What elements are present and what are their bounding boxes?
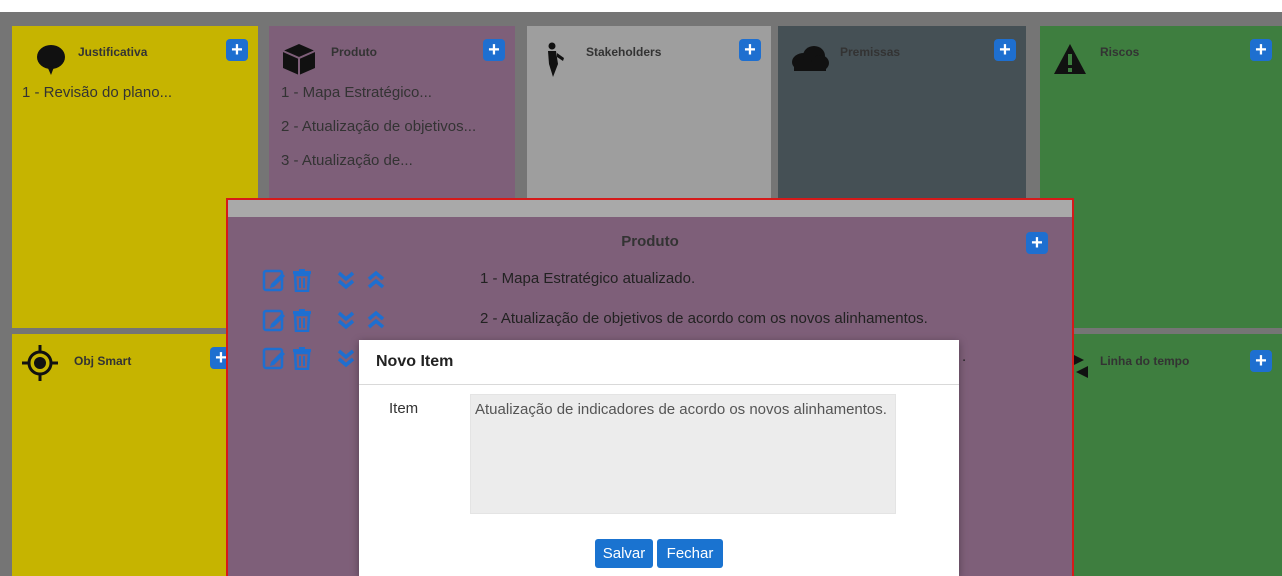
- save-button[interactable]: Salvar: [595, 539, 653, 568]
- add-item-button[interactable]: +: [1026, 232, 1048, 254]
- card-items: 1 - Mapa Estratégico... 2 - Atualização …: [281, 84, 476, 186]
- cloud-icon: [790, 44, 830, 78]
- card-title: Stakeholders: [586, 45, 662, 59]
- box-icon: [281, 42, 316, 76]
- card-stakeholders: Stakeholders +: [527, 26, 771, 198]
- edit-icon[interactable]: [262, 308, 286, 334]
- add-item-button[interactable]: +: [994, 39, 1016, 61]
- card-title: Justificativa: [78, 45, 148, 59]
- card-items: 1 - Revisão do plano...: [22, 84, 172, 118]
- card-justificativa: Justificativa + 1 - Revisão do plano...: [12, 26, 258, 328]
- modal-title: Produto: [621, 233, 679, 250]
- item-tools: [262, 306, 432, 336]
- card-linha-do-tempo: Linha do tempo +: [1040, 334, 1282, 576]
- list-item[interactable]: 3 - Atualização de...: [281, 152, 476, 186]
- warning-icon: [1052, 42, 1086, 76]
- dialog-title: Novo Item: [376, 353, 454, 370]
- card-title: Produto: [331, 45, 377, 59]
- item-text: 1 - Mapa Estratégico atualizado.: [480, 270, 696, 287]
- add-item-button[interactable]: +: [739, 39, 761, 61]
- add-item-button[interactable]: +: [226, 39, 248, 61]
- card-produto: Produto + 1 - Mapa Estratégico... 2 - At…: [269, 26, 515, 198]
- trash-icon[interactable]: [290, 268, 314, 294]
- item-text: .: [962, 348, 967, 365]
- move-down-icon[interactable]: [334, 308, 358, 334]
- card-premissas: Premissas +: [778, 26, 1026, 198]
- move-down-icon[interactable]: [334, 346, 358, 372]
- modal-titlebar[interactable]: [228, 200, 1072, 217]
- card-title: Riscos: [1100, 45, 1140, 59]
- card-obj-smart: Obj Smart +: [12, 334, 258, 576]
- move-up-icon[interactable]: [364, 308, 388, 334]
- add-item-button[interactable]: +: [1250, 350, 1272, 372]
- list-item[interactable]: 1 - Revisão do plano...: [22, 84, 172, 118]
- card-title: Premissas: [840, 45, 901, 59]
- card-title: Obj Smart: [74, 354, 132, 368]
- add-item-button[interactable]: +: [483, 39, 505, 61]
- trash-icon[interactable]: [290, 346, 314, 372]
- edit-icon[interactable]: [262, 346, 286, 372]
- person-tie-icon: [545, 42, 579, 77]
- edit-icon[interactable]: [262, 268, 286, 294]
- list-item[interactable]: 1 - Mapa Estratégico...: [281, 84, 476, 118]
- add-item-button[interactable]: +: [1250, 39, 1272, 61]
- move-down-icon[interactable]: [334, 268, 358, 294]
- item-tools: [262, 266, 432, 296]
- card-title: Linha do tempo: [1100, 354, 1190, 368]
- item-textarea[interactable]: Atualização de indicadores de acordo os …: [470, 394, 896, 514]
- new-item-dialog: Novo Item Item Atualização de indicadore…: [359, 340, 959, 576]
- target-icon: [22, 345, 58, 381]
- card-riscos: Riscos +: [1040, 26, 1282, 328]
- move-up-icon[interactable]: [364, 268, 388, 294]
- list-item[interactable]: 2 - Atualização de objetivos...: [281, 118, 476, 152]
- arrows-icon: [1070, 352, 1104, 386]
- close-button[interactable]: Fechar: [657, 539, 723, 568]
- trash-icon[interactable]: [290, 308, 314, 334]
- speech-bubble-icon: [34, 42, 68, 76]
- item-text: 2 - Atualização de objetivos de acordo c…: [480, 310, 928, 327]
- item-field-label: Item: [389, 400, 419, 417]
